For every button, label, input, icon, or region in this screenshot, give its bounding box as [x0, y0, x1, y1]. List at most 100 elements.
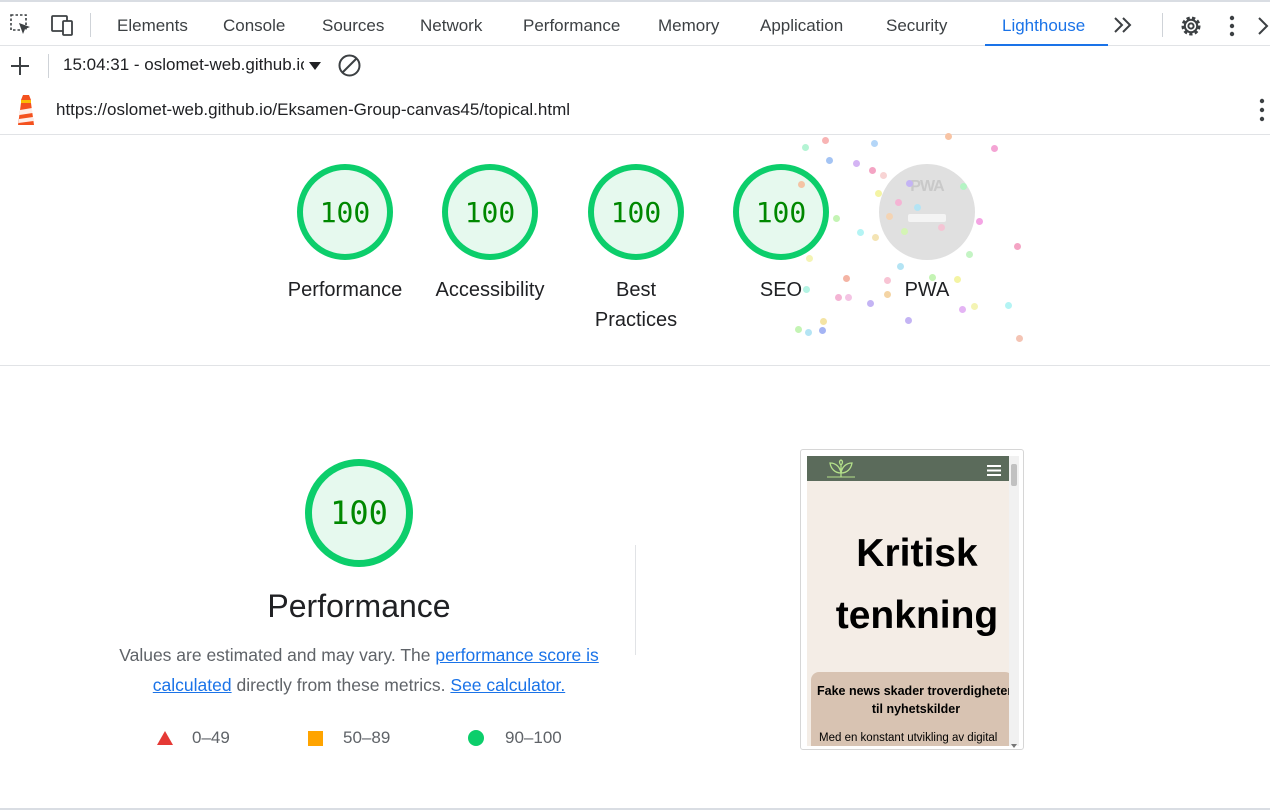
lighthouse-logo-icon — [12, 92, 40, 133]
confetti-dot — [945, 133, 952, 140]
heading-line: Kritisk — [856, 532, 978, 575]
tab-performance[interactable]: Performance — [523, 16, 620, 36]
more-tabs-icon[interactable] — [1112, 14, 1138, 40]
confetti-dot — [826, 157, 833, 164]
tab-console[interactable]: Console — [223, 16, 285, 36]
performance-description: Values are estimated and may vary. The p… — [110, 640, 608, 700]
confetti-dot — [819, 327, 826, 334]
gauge-best-practices[interactable]: 100 — [588, 164, 684, 260]
confetti-dot — [884, 291, 891, 298]
toolbar-separator — [1162, 13, 1163, 37]
preview-card-title: Fake news skader troverdigheten til nyhe… — [817, 684, 1009, 716]
see-calculator-link[interactable]: See calculator. — [450, 675, 565, 695]
confetti-dot — [795, 326, 802, 333]
confetti-dot — [905, 317, 912, 324]
gauge-score: 100 — [610, 195, 662, 229]
preview-site-header — [807, 456, 1009, 481]
section-divider — [0, 365, 1270, 366]
legend-range-fail: 0–49 — [192, 728, 230, 747]
desc-text: directly from these metrics. — [231, 675, 451, 695]
device-toolbar-icon[interactable] — [49, 12, 75, 38]
confetti-dot — [798, 181, 805, 188]
confetti-dot — [897, 263, 904, 270]
confetti-dot — [901, 228, 908, 235]
section-vertical-divider — [635, 545, 636, 655]
preview-scrollbar — [1009, 456, 1019, 746]
inspect-element-icon[interactable] — [8, 12, 34, 38]
tab-network[interactable]: Network — [420, 16, 482, 36]
confetti-dot — [1016, 335, 1023, 342]
tab-lighthouse[interactable]: Lighthouse — [1002, 16, 1085, 36]
report-url-bar: https://oslomet-web.github.io/Eksamen-Gr… — [0, 86, 1270, 135]
preview-heading: Kritisk tenkning — [807, 523, 1009, 647]
gauge-score: 100 — [464, 195, 516, 229]
average-square-icon — [308, 731, 323, 746]
gauge-label-best-practices: Best Practices — [556, 275, 716, 335]
gauge-seo[interactable]: 100 — [733, 164, 829, 260]
confetti-dot — [1005, 302, 1012, 309]
tab-sources[interactable]: Sources — [322, 16, 384, 36]
confetti-dot — [872, 234, 879, 241]
confetti-dot — [843, 275, 850, 282]
gauge-score: 100 — [330, 494, 388, 532]
scroll-down-arrow-icon — [1011, 736, 1017, 749]
confetti-dot — [966, 251, 973, 258]
dropdown-triangle-icon[interactable] — [308, 59, 322, 77]
clear-reports-icon[interactable] — [337, 53, 362, 83]
preview-site-body: Kritisk tenkning Fake news skader troverd… — [807, 481, 1009, 746]
more-options-icon[interactable] — [1222, 13, 1248, 39]
confetti-dot — [820, 318, 827, 325]
confetti-dot — [1014, 243, 1021, 250]
preview-article-card: Fake news skader troverdigheten til nyhe… — [811, 672, 1009, 746]
confetti-dot — [954, 276, 961, 283]
confetti-dot — [929, 274, 936, 281]
gauge-label-performance: Performance — [287, 279, 403, 301]
lighthouse-toolbar: 15:04:31 - oslomet-web.github.io — [0, 46, 1270, 87]
confetti-dot — [806, 255, 813, 262]
report-menu-icon[interactable] — [1254, 96, 1270, 129]
confetti-dot — [991, 145, 998, 152]
report-url[interactable]: https://oslomet-web.github.io/Eksamen-Gr… — [56, 100, 570, 120]
report-selector[interactable]: 15:04:31 - oslomet-web.github.io — [63, 55, 304, 75]
label-line: Practices — [594, 309, 678, 331]
preview-scrollbar-thumb — [1011, 464, 1017, 486]
tab-security[interactable]: Security — [886, 16, 947, 36]
legend-range-average: 50–89 — [343, 728, 391, 747]
confetti-dot — [906, 180, 913, 187]
new-report-plus-icon[interactable] — [9, 55, 31, 82]
tab-memory[interactable]: Memory — [658, 16, 719, 36]
confetti-dot — [895, 199, 902, 206]
toolbar-separator — [90, 13, 91, 37]
confetti-dot — [971, 303, 978, 310]
confetti-dot — [960, 183, 967, 190]
legend-range-pass: 90–100 — [505, 728, 562, 747]
fail-triangle-icon — [156, 730, 174, 751]
pass-circle-icon — [468, 730, 484, 746]
close-devtools-icon[interactable] — [1256, 15, 1270, 41]
confetti-dot — [914, 204, 921, 211]
gauge-performance[interactable]: 100 — [297, 164, 393, 260]
confetti-dot — [880, 172, 887, 179]
gauge-score: 100 — [755, 195, 807, 229]
confetti-dot — [805, 329, 812, 336]
devtools-tab-bar: Elements Console Sources Network Perform… — [0, 0, 1270, 47]
confetti-dot — [886, 213, 893, 220]
settings-gear-icon[interactable] — [1178, 13, 1204, 39]
confetti-dot — [938, 224, 945, 231]
confetti-dot — [803, 286, 810, 293]
site-logo-leaf-icon — [825, 459, 857, 483]
confetti-dot — [976, 218, 983, 225]
preview-card-text: Med en konstant utvikling av digital — [819, 732, 998, 744]
desc-text: Values are estimated and may vary. The — [119, 645, 436, 665]
confetti-dot — [959, 306, 966, 313]
tab-application[interactable]: Application — [760, 16, 843, 36]
confetti-dot — [822, 137, 829, 144]
final-screenshot-preview[interactable]: Kritisk tenkning Fake news skader troverd… — [800, 449, 1024, 750]
heading-line: tenkning — [835, 594, 999, 637]
tab-elements[interactable]: Elements — [117, 16, 188, 36]
confetti-dot — [884, 277, 891, 284]
confetti-dot — [869, 167, 876, 174]
gauge-accessibility[interactable]: 100 — [442, 164, 538, 260]
confetti-dot — [867, 300, 874, 307]
confetti-dot — [853, 160, 860, 167]
